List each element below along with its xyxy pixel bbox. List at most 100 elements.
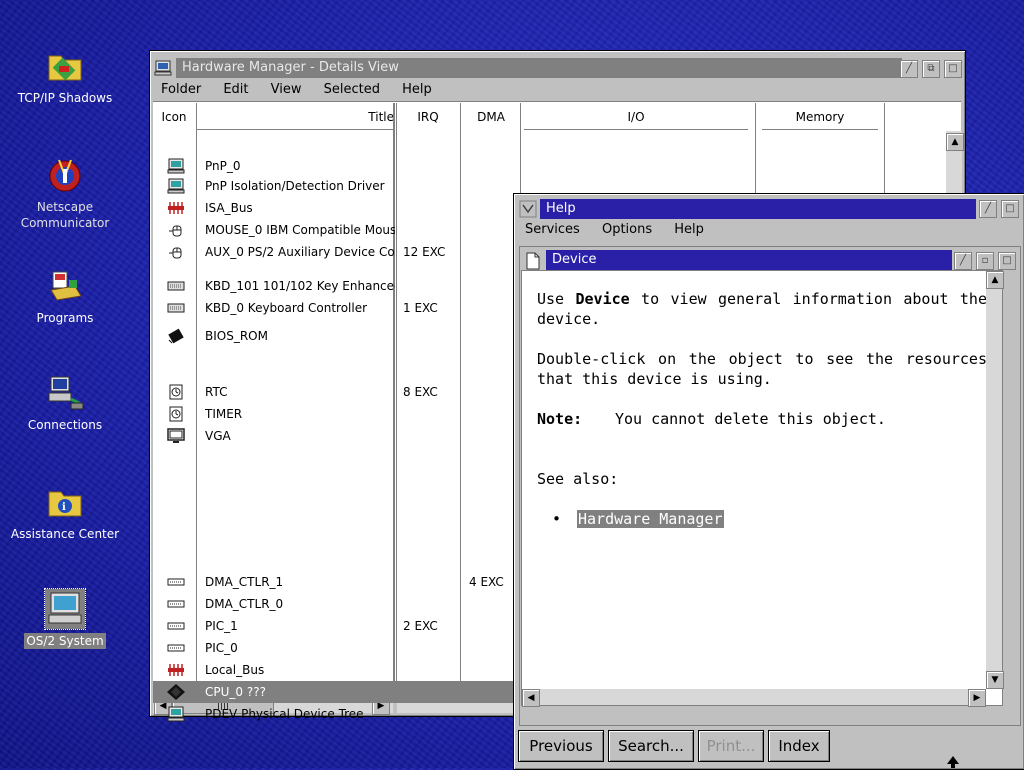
device-title[interactable]: PnP Isolation/Detection Driver	[205, 175, 395, 197]
computer-icon[interactable]	[167, 178, 185, 194]
scroll-right-arrow-icon[interactable]: ▶	[968, 689, 986, 707]
column-header-dma[interactable]: DMA	[462, 103, 520, 125]
device-title[interactable]: BIOS_ROM	[205, 325, 395, 347]
restore-button[interactable]: ⧉	[922, 60, 940, 78]
desktop-icon-programs[interactable]: Programs	[0, 266, 130, 326]
device-row[interactable]: PnP_0	[153, 155, 395, 177]
device-title[interactable]: ISA_Bus	[205, 197, 395, 219]
card-icon[interactable]	[167, 574, 185, 590]
device-row[interactable]: Local_Bus	[153, 659, 395, 681]
device-row[interactable]: DMA_CTLR_0	[153, 593, 395, 615]
page-restore-button[interactable]: ▫	[976, 252, 994, 270]
device-title[interactable]: DMA_CTLR_0	[205, 593, 395, 615]
keyboard-icon[interactable]	[167, 278, 185, 294]
device-row[interactable]: BIOS_ROM	[153, 325, 395, 347]
device-title[interactable]: MOUSE_0 IBM Compatible Mouse	[205, 219, 395, 241]
window-title[interactable]: Hardware Manager - Details View	[176, 58, 902, 78]
bus-icon[interactable]	[167, 200, 185, 216]
scroll-down-arrow-icon[interactable]: ▼	[986, 671, 1004, 689]
device-row[interactable]: AUX_0 PS/2 Auxiliary Device Controller 12…	[153, 241, 445, 263]
device-title[interactable]: KBD_0 Keyboard Controller	[205, 297, 395, 319]
chip-icon[interactable]	[167, 328, 185, 344]
device-title[interactable]: VGA	[205, 425, 395, 447]
hardware-manager-link[interactable]: Hardware Manager	[577, 509, 724, 529]
index-button[interactable]: Index	[768, 730, 830, 762]
menu-selected[interactable]: Selected	[324, 82, 380, 97]
mouse-icon[interactable]	[167, 222, 185, 238]
device-title[interactable]: PDEV Physical Device Tree	[205, 703, 395, 725]
desktop-icon-tcpip-shadows[interactable]: TCP/IP Shadows	[0, 46, 130, 106]
help-hide-button[interactable]: ╱	[979, 200, 997, 218]
link-text[interactable]: Hardware Manager	[577, 510, 724, 528]
search-button[interactable]: Search...	[608, 730, 694, 762]
card-icon[interactable]	[167, 640, 185, 656]
device-row[interactable]: VGA	[153, 425, 395, 447]
bus-icon[interactable]	[167, 662, 185, 678]
hide-button[interactable]: ╱	[900, 60, 918, 78]
device-row[interactable]: DMA_CTLR_1 4 EXC	[153, 571, 504, 593]
device-row[interactable]: CPU_0 ???	[153, 681, 521, 703]
page-title[interactable]: Device	[546, 250, 952, 270]
device-title[interactable]: PnP_0	[205, 155, 395, 177]
desktop-icon-netscape[interactable]: Netscape Communicator	[0, 155, 130, 231]
help-maximize-button[interactable]: □	[1001, 200, 1019, 218]
scroll-left-arrow-icon[interactable]: ◀	[522, 689, 540, 707]
device-row[interactable]: PDEV Physical Device Tree	[153, 703, 395, 725]
device-row[interactable]: PIC_0	[153, 637, 395, 659]
device-row[interactable]: PIC_1 2 EXC	[153, 615, 438, 637]
device-title[interactable]: PIC_1	[205, 615, 395, 637]
document-icon[interactable]	[525, 252, 541, 270]
column-header-io[interactable]: I/O	[524, 103, 748, 130]
desktop-icon-assistance-center[interactable]: i Assistance Center	[0, 482, 130, 542]
computer-icon[interactable]	[167, 706, 185, 722]
keyboard-icon[interactable]	[167, 300, 185, 316]
menu-services[interactable]: Services	[525, 222, 580, 237]
device-title[interactable]: Local_Bus	[205, 659, 395, 681]
desktop-icon-connections[interactable]: Connections	[0, 373, 130, 433]
monitor-icon[interactable]	[167, 428, 185, 444]
device-title[interactable]: KBD_101 101/102 Key Enhanced Keyboard	[205, 275, 395, 297]
menu-help[interactable]: Help	[402, 82, 432, 97]
card-icon[interactable]	[167, 596, 185, 612]
scroll-up-arrow-icon[interactable]: ▲	[986, 271, 1004, 289]
help-system-menu-icon[interactable]	[519, 200, 537, 218]
column-header-memory[interactable]: Memory	[762, 103, 878, 130]
device-row[interactable]: TIMER	[153, 403, 395, 425]
help-window-title[interactable]: Help	[540, 199, 976, 219]
previous-button[interactable]: Previous	[518, 730, 604, 762]
cpu-icon[interactable]	[167, 684, 185, 700]
device-title[interactable]: PIC_0	[205, 637, 395, 659]
help-horizontal-scrollbar[interactable]	[522, 689, 986, 705]
page-maximize-button[interactable]: □	[998, 252, 1016, 270]
column-header-icon[interactable]: Icon	[156, 103, 192, 125]
help-window[interactable]: Help ╱ □ Services Options Help Device ╱ …	[513, 193, 1024, 770]
device-row[interactable]: MOUSE_0 IBM Compatible Mouse	[153, 219, 395, 241]
device-title[interactable]: TIMER	[205, 403, 395, 425]
menu-options[interactable]: Options	[602, 222, 652, 237]
device-row[interactable]: RTC 8 EXC	[153, 381, 438, 403]
page-hide-button[interactable]: ╱	[954, 252, 972, 270]
mouse-icon[interactable]	[167, 244, 185, 260]
device-title[interactable]: DMA_CTLR_1	[205, 571, 395, 593]
device-row[interactable]: KBD_101 101/102 Key Enhanced Keyboard	[153, 275, 395, 297]
menu-folder[interactable]: Folder	[161, 82, 201, 97]
desktop-icon-os2-system[interactable]: OS/2 System	[0, 588, 130, 649]
device-row[interactable]: PnP Isolation/Detection Driver	[153, 175, 395, 197]
device-title[interactable]: CPU_0 ???	[205, 681, 395, 703]
clock-icon[interactable]	[167, 384, 185, 400]
menu-view[interactable]: View	[271, 82, 302, 97]
print-button[interactable]: Print...	[698, 730, 764, 762]
device-title[interactable]: AUX_0 PS/2 Auxiliary Device Controller	[205, 241, 395, 263]
clock-icon[interactable]	[167, 406, 185, 422]
device-row[interactable]: ISA_Bus	[153, 197, 395, 219]
maximize-button[interactable]: □	[944, 60, 962, 78]
column-header-irq[interactable]: IRQ	[398, 103, 458, 125]
computer-icon[interactable]	[167, 158, 185, 174]
help-vertical-scrollbar[interactable]	[986, 271, 1002, 689]
menu-edit[interactable]: Edit	[223, 82, 248, 97]
menu-help[interactable]: Help	[674, 222, 704, 237]
device-row[interactable]: KBD_0 Keyboard Controller 1 EXC	[153, 297, 438, 319]
card-icon[interactable]	[167, 618, 185, 634]
scroll-up-arrow-icon[interactable]: ▲	[946, 133, 964, 151]
computer-icon[interactable]	[154, 60, 172, 76]
